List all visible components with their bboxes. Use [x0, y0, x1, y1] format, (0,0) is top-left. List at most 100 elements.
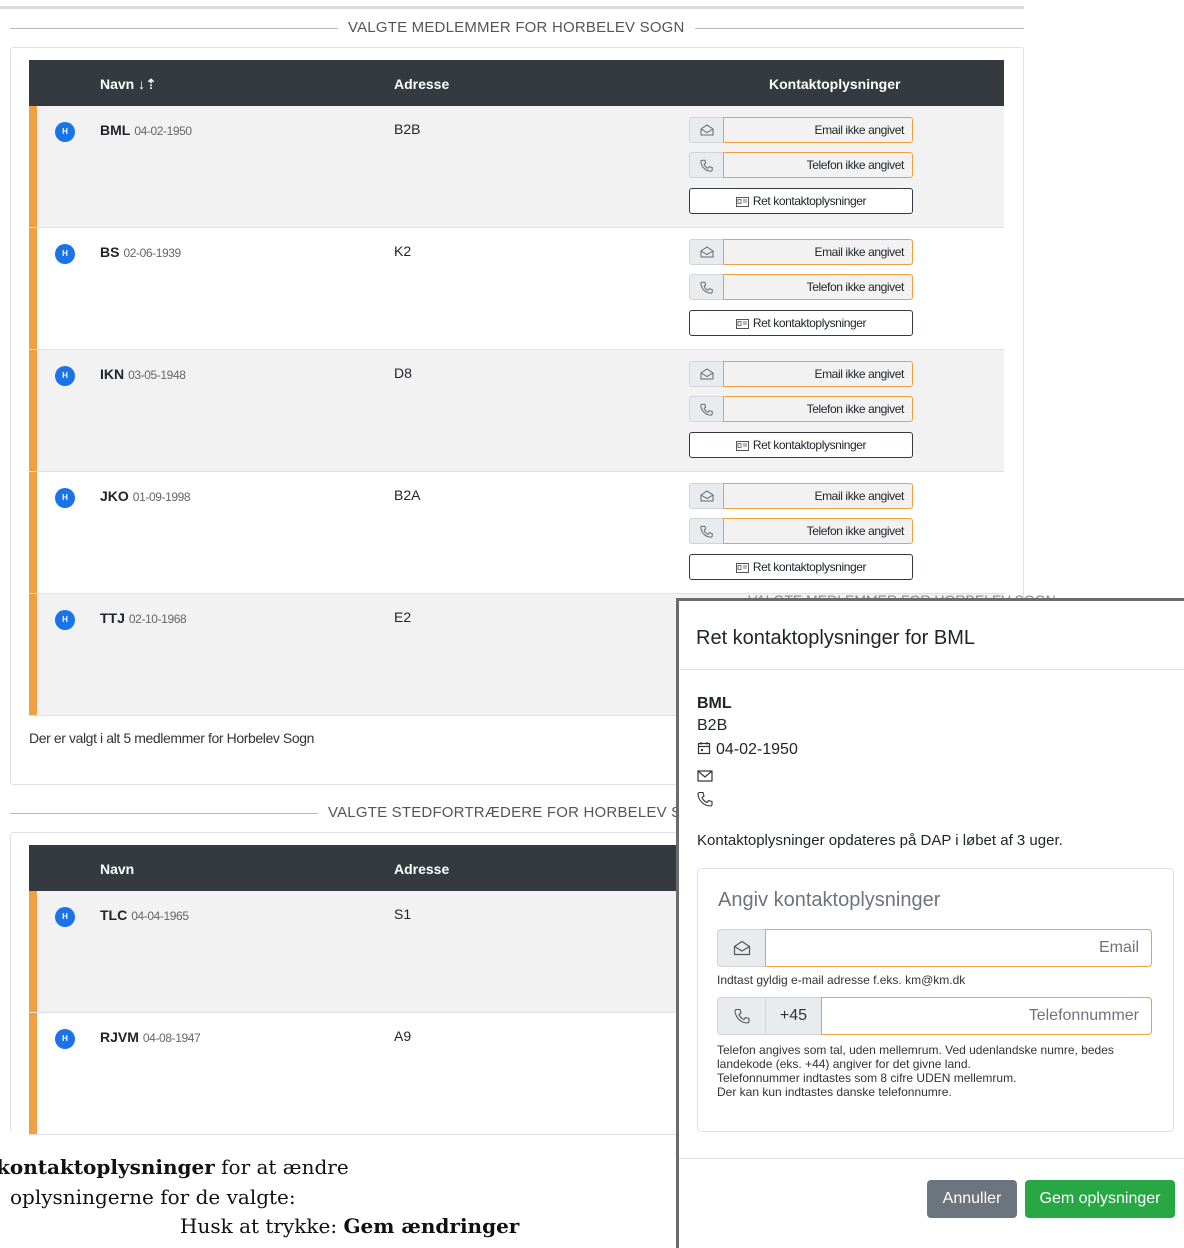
member-type-badge: H	[55, 488, 75, 508]
edit-contact-button[interactable]: Ret kontaktoplysninger	[689, 554, 913, 580]
edit-contact-button[interactable]: Ret kontaktoplysninger	[689, 310, 913, 336]
email-status-group: Email ikke angivet	[689, 361, 913, 387]
member-dob: 02-10-1968	[128, 612, 187, 626]
phone-addon	[717, 997, 765, 1035]
phone-hint: Telefon angives som tal, uden mellemrum.…	[717, 1043, 1167, 1099]
edit-contact-label: Ret kontaktoplysninger	[752, 194, 867, 208]
member-dob: 03-05-1948	[128, 368, 186, 382]
phone-icon	[700, 159, 713, 172]
phone-icon	[700, 403, 713, 416]
phone-icon	[697, 791, 713, 807]
phone-addon	[689, 274, 723, 300]
modal-notice: Kontaktoplysninger opdateres på DAP i lø…	[697, 832, 1063, 849]
email-addon	[717, 929, 765, 967]
modal-person-dob: 04-02-1950	[697, 741, 798, 759]
email-addon	[689, 117, 723, 143]
phone-status: Telefon ikke angivet	[723, 518, 913, 544]
email-addon	[689, 483, 723, 509]
column-header-address: Adresse	[394, 76, 450, 92]
row-status-bar	[29, 1013, 37, 1134]
id-card-icon	[735, 318, 749, 329]
member-initials: BS	[100, 244, 120, 260]
instruction-line-3: Husk at trykke: Gem ændringer	[180, 1214, 520, 1238]
member-address: K2	[394, 243, 412, 259]
column-header-name-2: Navn	[100, 861, 135, 877]
phone-icon	[733, 1008, 750, 1024]
member-initials: JKO	[100, 488, 129, 504]
phone-hint-line-2: landekode (eks. +44) angiver for det giv…	[717, 1057, 971, 1071]
member-name: IKN 03-05-1948	[100, 366, 186, 382]
instruction-line-2: oplysningerne for de valgte:	[10, 1185, 296, 1209]
member-initials: TTJ	[100, 610, 125, 626]
member-type-badge: H	[55, 610, 75, 630]
members-table-header: Navn ↓⇡ Adresse Kontaktoplysninger	[29, 60, 1004, 106]
cancel-button[interactable]: Annuller	[927, 1180, 1017, 1218]
phone-status-group: Telefon ikke angivet	[689, 518, 913, 544]
member-type-badge: H	[55, 122, 75, 142]
member-address: E2	[394, 609, 412, 625]
email-addon	[689, 239, 723, 265]
phone-status-group: Telefon ikke angivet	[689, 152, 913, 178]
contact-input-panel: Angiv kontaktoplysninger Indtast gyldig …	[697, 868, 1174, 1132]
envelope-open-icon	[700, 124, 713, 136]
column-header-name[interactable]: Navn ↓⇡	[100, 76, 157, 93]
table-row: H IKN 03-05-1948 D8 Email ikke angivet Telefo…	[29, 350, 1004, 472]
edit-contact-label: Ret kontaktoplysninger	[752, 560, 867, 574]
table-row: H JKO 01-09-1998 B2A Email ikke angivet Telef…	[29, 472, 1004, 594]
email-status-group: Email ikke angivet	[689, 483, 913, 509]
member-type-badge: H	[55, 907, 75, 927]
calendar-icon	[697, 742, 711, 755]
email-input[interactable]	[765, 929, 1152, 967]
member-dob: 04-04-1965	[131, 909, 189, 923]
member-name: TTJ 02-10-1968	[100, 610, 187, 626]
member-address: S1	[394, 906, 412, 922]
envelope-open-icon	[700, 368, 713, 380]
member-address: B2B	[394, 121, 421, 137]
row-status-bar	[29, 472, 37, 593]
envelope-open-icon	[700, 490, 713, 502]
member-type-badge: H	[55, 244, 75, 264]
edit-contact-button[interactable]: Ret kontaktoplysninger	[689, 188, 913, 214]
phone-status-group: Telefon ikke angivet	[689, 396, 913, 422]
panel-title: Angiv kontaktoplysninger	[718, 889, 941, 911]
member-initials: RJVM	[100, 1029, 139, 1045]
member-address: A9	[394, 1028, 412, 1044]
instruction-line-1: kontaktoplysninger for at ændre	[0, 1155, 349, 1179]
edit-contact-label: Ret kontaktoplysninger	[752, 316, 867, 330]
edit-contact-label: Ret kontaktoplysninger	[752, 438, 867, 452]
email-status-group: Email ikke angivet	[689, 239, 913, 265]
id-card-icon	[735, 562, 749, 573]
phone-addon	[689, 396, 723, 422]
email-input-group	[717, 929, 1152, 967]
email-status: Email ikke angivet	[723, 239, 913, 265]
row-status-bar	[29, 350, 37, 471]
modal-person-address: B2B	[697, 717, 728, 734]
email-status: Email ikke angivet	[723, 361, 913, 387]
member-dob: 02-06-1939	[123, 246, 181, 260]
member-name: JKO 01-09-1998	[100, 488, 191, 504]
table-row: H TLC 04-04-1965 S1	[29, 891, 689, 1013]
phone-status-group: Telefon ikke angivet	[689, 274, 913, 300]
phone-input[interactable]	[821, 997, 1152, 1035]
table-row: H RJVM 04-08-1947 A9	[29, 1013, 689, 1135]
table-row: H BS 02-06-1939 K2 Email ikke angivet Telefon…	[29, 228, 1004, 350]
member-name: BML 04-02-1950	[100, 122, 192, 138]
table-row: H BML 04-02-1950 B2B Email ikke angivet Telef…	[29, 106, 1004, 228]
email-status: Email ikke angivet	[723, 117, 913, 143]
member-dob: 04-02-1950	[134, 124, 192, 138]
save-button[interactable]: Gem oplysninger	[1025, 1180, 1175, 1218]
member-initials: TLC	[100, 907, 128, 923]
members-legend: VALGTE MEDLEMMER FOR HORBELEV SOGN	[338, 19, 695, 36]
substitutes-table-header: Navn Adresse	[29, 845, 689, 891]
phone-hint-line-4: Der kan kun indtastes danske telefonnumr…	[717, 1085, 952, 1099]
column-header-contact: Kontaktoplysninger	[769, 76, 901, 92]
phone-addon	[689, 152, 723, 178]
id-card-icon	[735, 196, 749, 207]
email-addon	[689, 361, 723, 387]
edit-contact-button[interactable]: Ret kontaktoplysninger	[689, 432, 913, 458]
id-card-icon	[735, 440, 749, 451]
modal-person-name: BML	[697, 695, 732, 712]
phone-status: Telefon ikke angivet	[723, 274, 913, 300]
member-address: D8	[394, 365, 412, 381]
column-header-address-2: Adresse	[394, 861, 450, 877]
